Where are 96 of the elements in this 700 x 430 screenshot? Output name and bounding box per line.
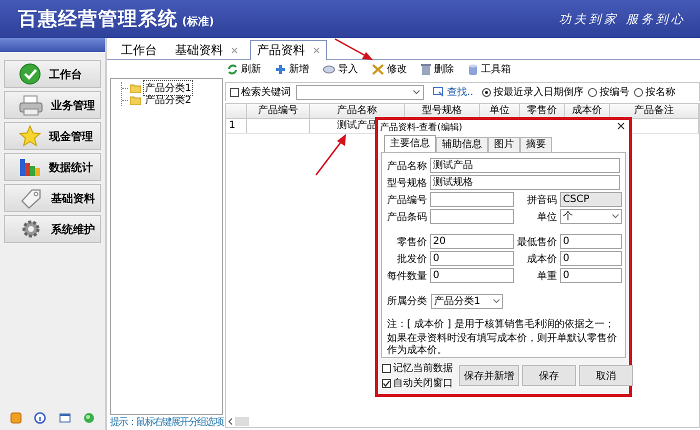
radio-label: 按名称	[645, 86, 676, 99]
scrollbar-thumb[interactable]	[235, 416, 249, 426]
field-label: 零售价	[396, 236, 427, 249]
find-button[interactable]: 查找..	[429, 85, 478, 99]
check-mark-icon	[383, 380, 390, 386]
bar-chart-icon	[19, 156, 41, 178]
nav-button[interactable]: 系统维护	[4, 215, 101, 243]
checkbox[interactable]	[382, 364, 391, 372]
field-label: 最低售价	[517, 236, 557, 249]
field-label: 批发价	[396, 252, 427, 266]
field-label: 产品条码	[387, 210, 427, 224]
caret-icon	[493, 298, 500, 304]
window-icon[interactable]	[58, 412, 71, 424]
input-field[interactable]	[430, 192, 514, 207]
nav-button[interactable]: 基础资料	[4, 184, 101, 212]
nav-button[interactable]: 工作台	[4, 60, 101, 88]
radio-button[interactable]	[634, 88, 644, 96]
dialog-button[interactable]: 保存并新增	[459, 365, 519, 386]
caret-icon	[413, 90, 420, 94]
input-field[interactable]: 0	[430, 268, 514, 284]
tag-icon	[19, 187, 43, 209]
tools-icon	[372, 64, 384, 74]
edition-label: (标准)	[182, 14, 214, 28]
scroll-left-icon[interactable]	[228, 418, 233, 424]
toolbar-button[interactable]: 删除	[421, 62, 454, 76]
checkbox[interactable]	[230, 88, 239, 96]
disc-icon	[323, 64, 335, 74]
dialog-button[interactable]: 保存	[522, 365, 576, 386]
app-title: 百惠经营管理系统	[18, 7, 178, 32]
checkbox-label: 记忆当前数据	[393, 362, 453, 375]
tab[interactable]: 产品资料	[250, 40, 327, 60]
slogan: 功夫到家 服务到心	[559, 10, 686, 28]
note-icon[interactable]	[10, 412, 22, 424]
field-label: 每件数量	[387, 270, 427, 283]
close-icon[interactable]	[617, 122, 625, 130]
radio-label: 按编号	[599, 86, 630, 99]
toolbar-button[interactable]: 新增	[275, 62, 309, 76]
toolbar-button[interactable]: 修改	[372, 62, 407, 76]
field-label: 产品编号	[387, 194, 427, 206]
trash-icon	[421, 64, 431, 74]
radio-button[interactable]	[588, 88, 598, 96]
select-field[interactable]: 个	[560, 209, 622, 224]
input-field[interactable]: 测试规格	[430, 175, 620, 190]
info-icon[interactable]	[34, 412, 46, 424]
toolbar-button[interactable]: 工具箱	[468, 62, 511, 76]
input-field[interactable]: 0	[560, 268, 622, 284]
folder-icon	[130, 84, 141, 92]
nav-button[interactable]: 现金管理	[4, 122, 101, 150]
annotation-arrow	[334, 38, 374, 61]
tab[interactable]: 摘要	[520, 137, 552, 152]
field-label: 所属分类	[387, 294, 427, 308]
field-label: 型号规格	[387, 176, 427, 190]
field-label: 拼音码	[526, 194, 557, 206]
checkbox[interactable]	[382, 378, 391, 388]
hint-text: 提示：鼠标右键展开分组选项	[110, 416, 224, 430]
tab[interactable]: 工作台	[115, 41, 163, 59]
checkbox-label: 检索关键词	[241, 86, 291, 99]
nav-button[interactable]: 业务管理	[4, 91, 101, 119]
input-field[interactable]: 20	[430, 234, 514, 250]
annotation-arrow	[314, 133, 348, 177]
search-icon	[433, 87, 444, 97]
tab[interactable]: 基础资料	[169, 41, 244, 59]
field-label: 产品名称	[387, 160, 427, 172]
input-field[interactable]: 测试产品	[430, 158, 620, 173]
keyword-field[interactable]	[296, 84, 424, 100]
printer-icon	[19, 94, 43, 116]
caret-icon	[612, 214, 619, 219]
column-header[interactable]: 产品编号	[247, 104, 310, 118]
refresh-icon	[227, 64, 238, 74]
tab[interactable]: 图片	[488, 137, 520, 152]
tab[interactable]: 辅助信息	[436, 137, 488, 152]
input-field[interactable]: 0	[430, 251, 514, 266]
field-label: 单重	[536, 270, 557, 283]
input-field[interactable]: 0	[560, 234, 622, 250]
checkbox-label: 自动关闭窗口	[393, 376, 453, 390]
row-number: 1	[226, 119, 247, 133]
nav-button[interactable]: 数据统计	[4, 153, 101, 181]
folder-icon	[130, 96, 141, 104]
note-text: 注：[ 成本价 ] 是用于核算销售毛利润的依据之一；	[387, 318, 616, 331]
field-label: 单位	[536, 210, 557, 224]
toolbar-button[interactable]: 导入	[323, 62, 358, 76]
select-field[interactable]: 产品分类1	[431, 294, 503, 309]
radio-button[interactable]	[482, 88, 492, 96]
star-icon	[19, 125, 41, 147]
tab[interactable]: 主要信息	[384, 135, 436, 152]
plus-icon	[275, 64, 286, 74]
note-text: 如果在录资料时没有填写成本价，则开单默认零售价作为成本价。	[387, 332, 618, 357]
input-field[interactable]: 0	[560, 251, 622, 266]
tree-item[interactable]: 产品分类1	[143, 80, 194, 96]
check-icon	[19, 63, 41, 85]
can-icon	[468, 64, 478, 74]
toolbar-button[interactable]: 刷新	[227, 62, 261, 76]
radio-label: 按最近录入日期倒序	[493, 86, 584, 99]
dialog-button[interactable]: 取消	[579, 365, 633, 386]
input-field[interactable]	[430, 209, 514, 224]
field-label: 成本价	[526, 252, 557, 266]
